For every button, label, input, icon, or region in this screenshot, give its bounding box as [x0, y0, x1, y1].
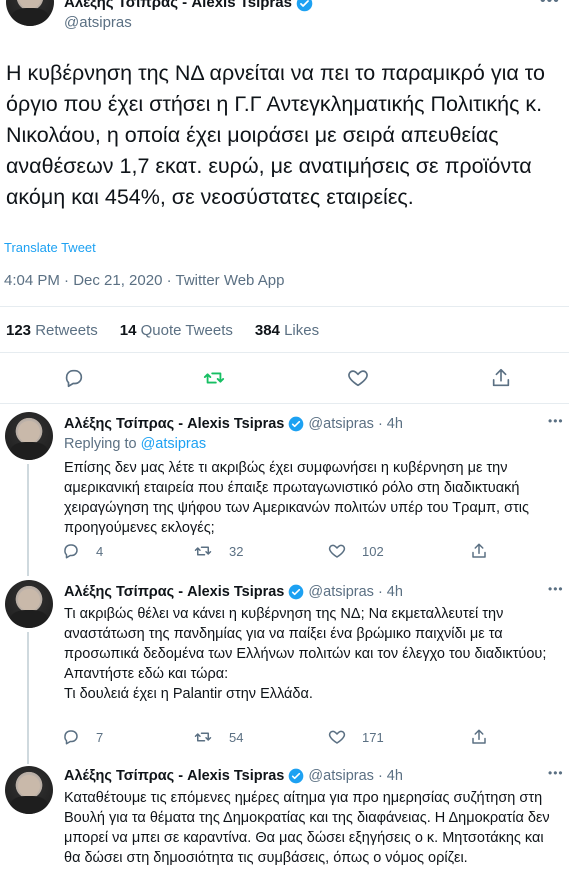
more-icon[interactable]: ••• [548, 582, 564, 596]
avatar[interactable] [6, 0, 54, 26]
like-button[interactable]: 171 [328, 728, 384, 746]
reply-icon [64, 544, 78, 559]
tweet-text: Επίσης δεν μας λέτε τι ακριβώς έχει συμφ… [64, 460, 530, 536]
verified-badge-icon [289, 584, 304, 600]
tweet-text: Η κυβέρνηση της ΝΔ αρνείται να πει το πα… [6, 61, 545, 209]
author-name[interactable]: Αλέξης Τσίπρας - Alexis Tsipras [64, 416, 284, 432]
author-handle[interactable]: @atsipras [308, 416, 374, 432]
avatar[interactable] [5, 412, 53, 460]
more-icon[interactable]: ••• [548, 414, 564, 428]
retweet-icon [194, 546, 212, 556]
like-button[interactable]: 102 [328, 542, 384, 560]
main-tweet: Αλέξης Τσίπρας - Alexis Tsipras @atsipra… [0, 0, 569, 404]
avatar[interactable] [5, 580, 53, 628]
reply-button[interactable]: 7 [62, 728, 103, 746]
reply-button[interactable]: 4 [62, 542, 103, 560]
reply-tweet[interactable]: Αλέξης Τσίπρας - Alexis Tsipras @atsipra… [0, 762, 569, 879]
more-icon[interactable]: ••• [548, 766, 564, 780]
likes-stat[interactable]: 384 Likes [255, 322, 319, 339]
quote-tweets-stat[interactable]: 14 Quote Tweets [120, 322, 233, 339]
tweet-text: Καταθέτουμε τις επόμενες ημέρες αίτημα γ… [64, 790, 550, 866]
heart-icon[interactable] [347, 367, 369, 389]
tweet-time[interactable]: · 4h [378, 416, 403, 432]
share-icon[interactable] [490, 367, 512, 389]
reply-tweet[interactable]: Αλέξης Τσίπρας - Alexis Tsipras @atsipra… [0, 404, 569, 576]
verified-badge-icon [296, 0, 313, 11]
author-name[interactable]: Αλέξης Τσίπρας - Alexis Tsipras [64, 584, 284, 600]
author-handle[interactable]: @atsipras [308, 584, 374, 600]
more-icon[interactable]: ••• [540, 0, 560, 10]
tweet-time[interactable]: · 4h [378, 584, 403, 600]
retweets-stat[interactable]: 123 Retweets [6, 322, 98, 339]
retweet-button[interactable]: 32 [193, 542, 243, 560]
tweet-time[interactable]: · 4h [378, 768, 403, 784]
retweet-icon [194, 732, 212, 742]
retweet-icon[interactable] [202, 367, 226, 389]
share-icon[interactable] [470, 542, 488, 560]
verified-badge-icon [289, 416, 304, 432]
tweet-text: Τι ακριβώς θέλει να κάνει η κυβέρνηση τη… [64, 606, 547, 702]
heart-icon [328, 730, 346, 744]
share-icon[interactable] [470, 728, 488, 746]
reply-tweet[interactable]: Αλέξης Τσίπρας - Alexis Tsipras @atsipra… [0, 574, 569, 764]
reply-icon[interactable] [63, 367, 85, 389]
heart-icon [328, 544, 346, 558]
replying-to-handle[interactable]: @atsipras [141, 436, 207, 452]
avatar[interactable] [5, 766, 53, 814]
verified-badge-icon [289, 768, 304, 784]
author-handle[interactable]: @atsipras [308, 768, 374, 784]
author-name[interactable]: Αλέξης Τσίπρας - Alexis Tsipras [64, 768, 284, 784]
reply-icon [64, 730, 78, 745]
retweet-button[interactable]: 54 [193, 728, 243, 746]
author-name[interactable]: Αλέξης Τσίπρας - Alexis Tsipras [64, 0, 313, 12]
translate-tweet-link[interactable]: Translate Tweet [4, 240, 96, 255]
engagement-stats: 123 Retweets 14 Quote Tweets 384 Likes [6, 322, 319, 339]
replying-to-label: Replying to [64, 436, 137, 452]
author-handle[interactable]: @atsipras [64, 14, 132, 31]
tweet-meta[interactable]: 4:04 PM · Dec 21, 2020 · Twitter Web App [4, 272, 284, 289]
